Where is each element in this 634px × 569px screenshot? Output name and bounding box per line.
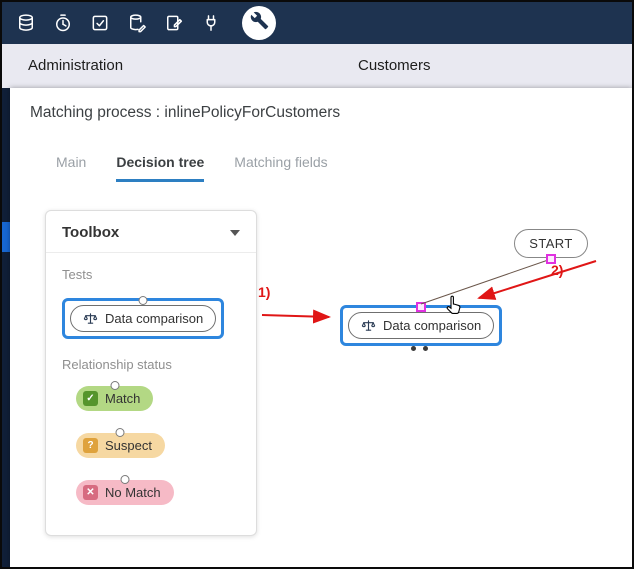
node-output-dot[interactable]: [411, 346, 416, 351]
clock-icon[interactable]: [53, 13, 73, 33]
toolbox-item-label: Data comparison: [105, 311, 203, 326]
database-icon[interactable]: [16, 13, 36, 33]
match-check-icon: ✓: [83, 391, 98, 406]
toolbox-item-no-match[interactable]: ✕ No Match: [76, 480, 174, 505]
tab-decision-tree[interactable]: Decision tree: [116, 154, 204, 182]
balance-scale-icon: [83, 311, 98, 326]
clipboard-edit-icon[interactable]: [164, 13, 184, 33]
toolbox-item-suspect[interactable]: ? Suspect: [76, 433, 165, 458]
connector-circle[interactable]: [120, 475, 129, 484]
toolbox-body: Tests Data comparison Relationship statu…: [46, 253, 256, 525]
nav-item-administration[interactable]: Administration: [28, 44, 123, 88]
left-scroll-indicator: [2, 222, 10, 252]
question-icon: ?: [83, 438, 98, 453]
node-output-dot[interactable]: [423, 346, 428, 351]
data-comparison-pill: Data comparison: [70, 305, 216, 332]
tab-matching-fields[interactable]: Matching fields: [234, 154, 327, 182]
connector-circle[interactable]: [110, 381, 119, 390]
tab-bar: Main Decision tree Matching fields: [56, 154, 328, 182]
annotation-1: 1): [258, 284, 270, 300]
toolbox-item-label: No Match: [105, 485, 161, 500]
start-node-label: START: [529, 236, 572, 251]
top-toolbar: [2, 2, 632, 44]
left-edge-strip: [2, 88, 10, 567]
tab-main[interactable]: Main: [56, 154, 86, 182]
wrench-icon: [250, 11, 269, 35]
nav-item-customers[interactable]: Customers: [358, 44, 431, 88]
database-edit-icon[interactable]: [127, 13, 147, 33]
canvas-node-data-comparison[interactable]: Data comparison: [340, 305, 502, 346]
breadcrumb-bar: Administration Customers: [2, 44, 632, 88]
toolbox-item-data-comparison[interactable]: Data comparison: [62, 298, 224, 339]
check-square-icon[interactable]: [90, 13, 110, 33]
toolbox-title: Toolbox: [62, 224, 119, 241]
connector-circle[interactable]: [139, 296, 148, 305]
canvas-node-label: Data comparison: [383, 318, 481, 333]
page-title: Matching process : inlinePolicyForCustom…: [30, 104, 340, 122]
plug-icon[interactable]: [201, 13, 221, 33]
toolbox-item-match[interactable]: ✓ Match: [76, 386, 153, 411]
section-label-relationship: Relationship status: [62, 357, 240, 372]
data-comparison-pill: Data comparison: [348, 312, 494, 339]
app-window: Administration Customers Matching proces…: [0, 0, 634, 569]
section-label-tests: Tests: [62, 267, 240, 282]
node-input-connector[interactable]: [416, 302, 426, 312]
active-tool-button[interactable]: [242, 6, 276, 40]
connector-circle[interactable]: [116, 428, 125, 437]
toolbox-item-label: Suspect: [105, 438, 152, 453]
toolbox-item-label: Match: [105, 391, 140, 406]
matching-process-panel: Matching process : inlinePolicyForCustom…: [10, 88, 632, 567]
start-output-connector[interactable]: [546, 254, 556, 264]
toolbox-panel: Toolbox Tests Data comparison Relationsh…: [45, 210, 257, 536]
balance-scale-icon: [361, 318, 376, 333]
toolbox-header: Toolbox: [46, 211, 256, 253]
annotation-2: 2): [551, 262, 563, 278]
x-icon: ✕: [83, 485, 98, 500]
chevron-down-icon[interactable]: [230, 230, 240, 236]
